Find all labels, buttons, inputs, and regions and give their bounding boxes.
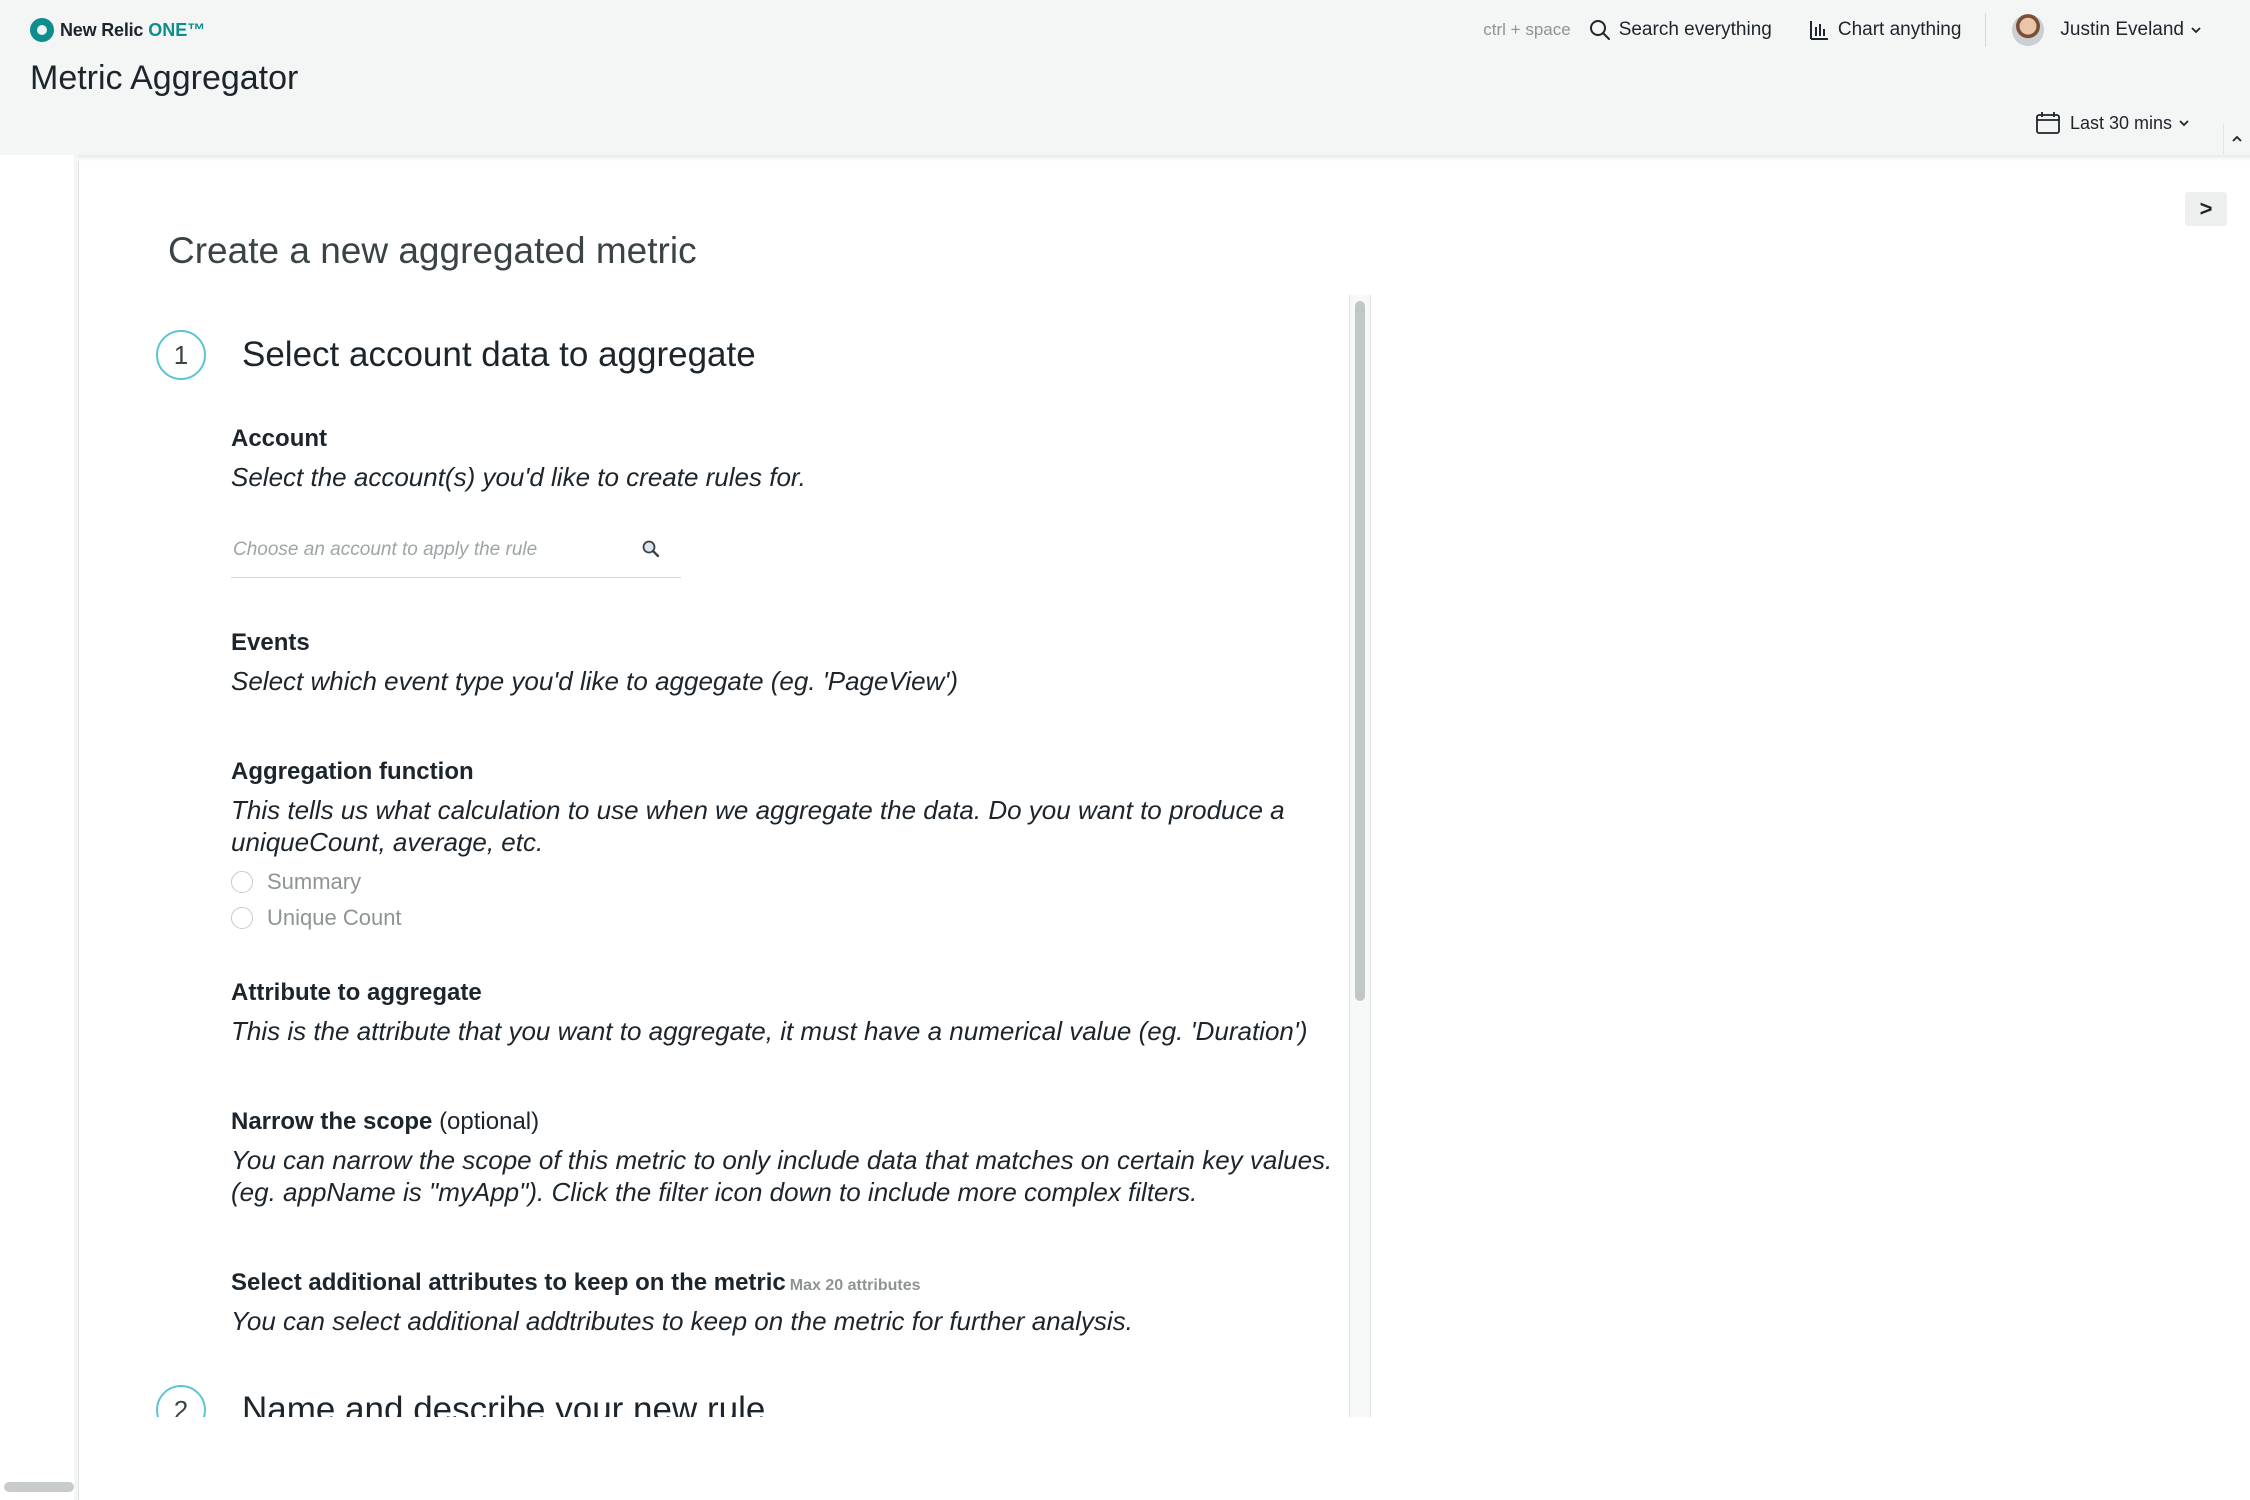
chevron-down-icon [2179,120,2189,127]
aggregation-label: Aggregation function [231,758,474,785]
scrollbar-thumb[interactable] [1355,301,1365,1001]
step-2-header: 2 Name and describe your new rule [156,1385,765,1417]
logo-text: New Relic [60,19,144,40]
additional-attributes-label: Select additional attributes to keep on … [231,1269,1350,1297]
radio-button[interactable] [231,907,253,929]
chart-icon [1809,21,1828,40]
account-search-input[interactable] [231,538,635,562]
events-section: Events Select which event type you'd lik… [231,629,1350,697]
new-relic-logo-icon [30,18,54,42]
attribute-description: This is the attribute that you want to a… [231,1016,1308,1046]
scope-label: Narrow the scope (optional) [231,1108,1350,1136]
scope-label-text: Narrow the scope [231,1108,433,1135]
step-title: Select account data to aggregate [242,335,756,374]
top-nav: ctrl + space Search everything Chart any… [1483,10,2250,50]
additional-attributes-label-text: Select additional attributes to keep on … [231,1269,786,1296]
chart-anything-button[interactable]: Chart anything [1808,19,1962,41]
left-gutter-panel [0,155,74,1500]
step-title: Name and describe your new rule [242,1390,766,1417]
radio-label: Unique Count [267,905,402,930]
horizontal-scrollbar[interactable] [4,1482,74,1492]
events-description: Select which event type you'd like to ag… [231,666,958,696]
keyboard-shortcut-hint: ctrl + space [1483,20,1571,39]
user-name: Justin Eveland [2060,19,2184,40]
top-header: New Relic ONE™ Metric Aggregator ctrl + … [0,0,2250,155]
collapse-header-button[interactable] [2223,124,2250,154]
left-gutter [0,155,79,1500]
time-range-picker[interactable]: Last 30 mins [2036,112,2200,134]
radio-option-unique-count[interactable]: Unique Count [231,900,1350,936]
search-icon [642,540,660,558]
form-scroll-area[interactable]: 1 Select account data to aggregate Accou… [150,295,1350,1417]
user-menu[interactable]: Justin Eveland [2012,14,2202,46]
account-description: Select the account(s) you'd like to crea… [231,462,806,492]
logo-one-text: ONE™ [148,19,206,40]
search-everything-button[interactable]: Search everything [1589,19,1772,41]
additional-attributes-section: Select additional attributes to keep on … [231,1269,1350,1337]
search-everything-label: Search everything [1618,19,1772,40]
aggregation-section: Aggregation function This tells us what … [231,758,1350,936]
step-number-badge: 1 [156,330,206,380]
additional-attributes-description: You can select additional addtributes to… [231,1306,1133,1336]
optional-note: (optional) [439,1108,540,1135]
radio-label: Summary [267,869,362,894]
radio-button[interactable] [231,871,253,893]
content-top-shadow [78,155,2250,161]
form-title: Create a new aggregated metric [168,230,697,271]
toggle-side-panel-button[interactable]: > [2185,192,2227,226]
aggregation-options: Summary Unique Count [231,864,1350,936]
max-attributes-note: Max 20 attributes [789,1277,921,1294]
scope-description: You can narrow the scope of this metric … [231,1145,1333,1207]
aggregation-description: This tells us what calculation to use wh… [231,795,1285,857]
account-label: Account [231,425,327,452]
chart-anything-label: Chart anything [1837,19,1962,40]
page-title: Metric Aggregator [30,59,299,97]
search-icon [1589,20,1610,40]
attribute-label: Attribute to aggregate [231,979,482,1006]
calendar-icon [2036,112,2060,134]
new-relic-logo[interactable]: New Relic ONE™ [30,17,205,43]
events-label: Events [231,629,310,656]
account-section: Account Select the account(s) you'd like… [231,425,1350,493]
time-range-label: Last 30 mins [2069,112,2172,133]
account-search-field[interactable] [231,523,681,578]
chevron-down-icon [2191,27,2201,34]
radio-option-summary[interactable]: Summary [231,864,1350,900]
step-number-badge: 2 [156,1385,206,1417]
vertical-scrollbar[interactable] [1349,295,1371,1417]
avatar [2012,14,2045,46]
attribute-section: Attribute to aggregate This is the attri… [231,979,1350,1047]
scope-section: Narrow the scope (optional) You can narr… [231,1108,1350,1208]
nav-divider [1985,13,1987,47]
chevron-up-icon [2232,135,2242,142]
step-1-header: 1 Select account data to aggregate [156,330,756,380]
